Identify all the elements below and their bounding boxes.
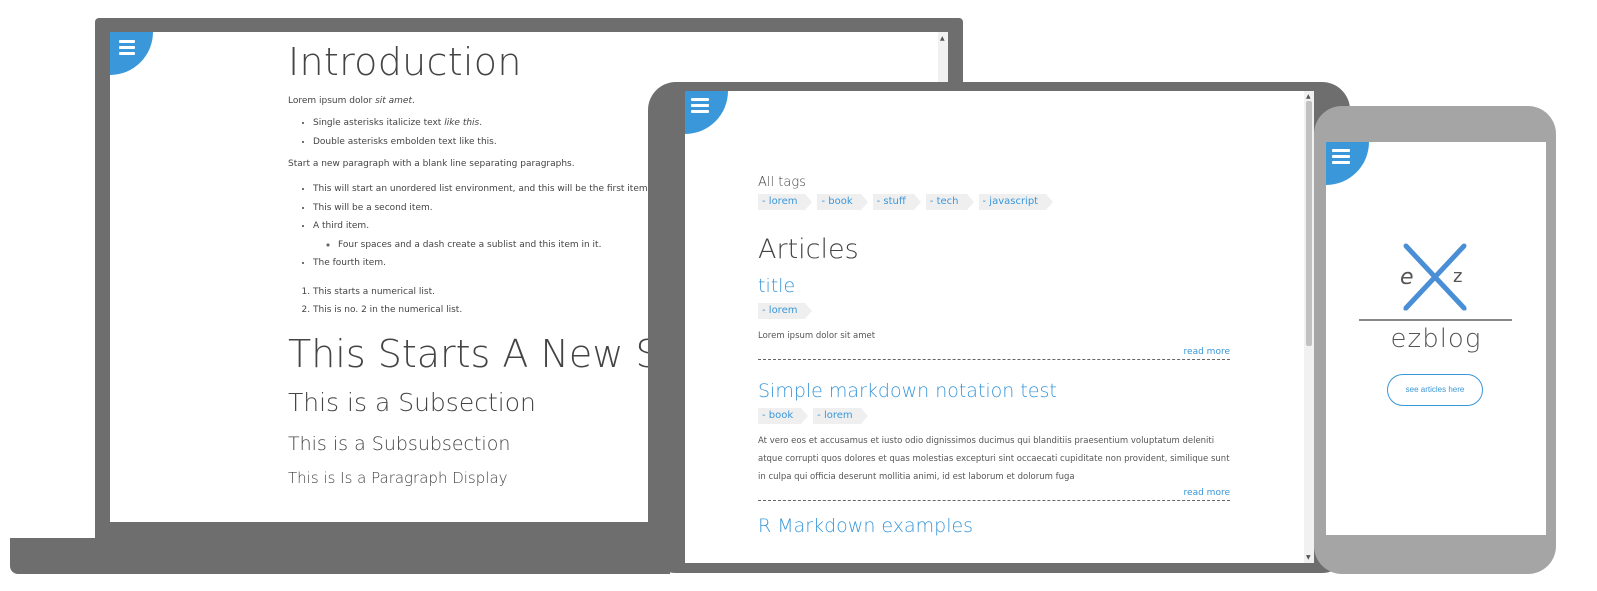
article-tags: - lorem [758,303,1230,319]
logo-divider [1359,319,1512,321]
hamburger-menu-icon [119,40,135,55]
read-more-link[interactable]: read more [758,488,1230,498]
scroll-up-arrow-icon[interactable]: ▲ [1306,93,1311,100]
article-separator [758,500,1230,501]
scrollbar[interactable]: ▲ ▼ [1304,91,1314,563]
tag-tech[interactable]: - tech [925,194,974,210]
scrollbar-thumb[interactable] [1306,101,1312,346]
hamburger-menu-icon [691,98,709,113]
article-separator [758,359,1230,360]
tag-lorem[interactable]: - lorem [758,194,814,210]
menu-button[interactable] [685,91,728,134]
svg-text:z: z [1453,266,1462,287]
tag-book[interactable]: - book [758,408,809,424]
article-title-link[interactable]: Simple markdown notation test [758,380,1230,402]
hamburger-menu-icon [1332,149,1350,164]
tag-lorem[interactable]: - lorem [813,408,869,424]
heading-introduction: Introduction [288,40,522,84]
laptop-base [10,538,670,574]
tag-lorem[interactable]: - lorem [758,303,814,319]
menu-button[interactable] [1326,142,1369,185]
all-tags-label: All tags [758,175,806,190]
see-articles-button[interactable]: see articles here [1387,374,1483,406]
blog-article-list: All tags - lorem - book - stuff - tech -… [758,175,1230,537]
svg-text:e: e [1400,265,1414,290]
phone-screen: e z ezblog see articles here [1326,142,1546,535]
article-tags: - book - lorem [758,408,1230,424]
tag-javascript[interactable]: - javascript [978,194,1053,210]
tag-book[interactable]: - book [817,194,868,210]
tag-stuff[interactable]: - stuff [872,194,921,210]
menu-button[interactable] [110,32,153,75]
scroll-up-arrow-icon[interactable]: ▲ [940,35,945,42]
tablet-screen: All tags - lorem - book - stuff - tech -… [685,91,1314,563]
articles-heading: Articles [758,234,859,265]
article-card: Simple markdown notation test - book - l… [758,380,1230,501]
logo-text: ezblog [1390,324,1482,354]
ezblog-crossed-logo-icon: e z [1400,243,1467,311]
article-excerpt: Lorem ipsum dolor sit amet [758,331,876,341]
article-title-link[interactable]: R Markdown examples [758,515,1230,537]
article-title-link[interactable]: title [758,275,1230,297]
article-excerpt: At vero eos et accusamus et iusto odio d… [758,436,1230,482]
article-card: title - lorem Lorem ipsum dolor sit amet… [758,275,1230,360]
read-more-link[interactable]: read more [758,347,1230,357]
scroll-down-arrow-icon[interactable]: ▼ [1306,554,1311,561]
all-tags-row: - lorem - book - stuff - tech - javascri… [758,194,1230,210]
